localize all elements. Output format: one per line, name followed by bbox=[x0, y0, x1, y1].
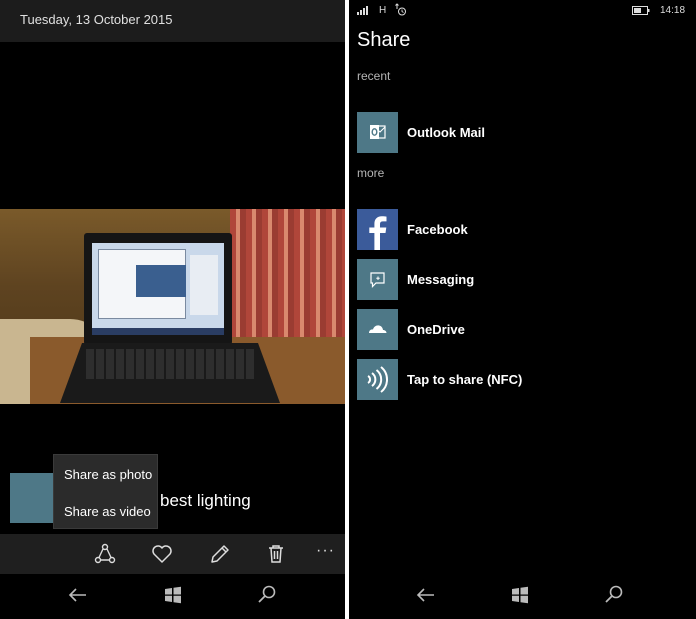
search-icon[interactable] bbox=[603, 584, 625, 606]
photo-curtain bbox=[230, 209, 345, 339]
share-icon[interactable] bbox=[93, 542, 117, 566]
search-icon[interactable] bbox=[256, 584, 278, 606]
status-bar: H 14:18 bbox=[349, 0, 696, 22]
edit-pencil-icon[interactable] bbox=[208, 542, 232, 566]
back-arrow-icon[interactable] bbox=[67, 584, 89, 606]
photo-app-bar: ··· bbox=[0, 534, 345, 574]
back-arrow-icon[interactable] bbox=[415, 584, 437, 606]
more-options-icon[interactable]: ··· bbox=[316, 542, 335, 560]
laptop-screen bbox=[92, 243, 224, 335]
screen-sidebar bbox=[190, 255, 218, 315]
share-pane: H 14:18 Share recent Outlook Mail more F… bbox=[349, 0, 696, 619]
battery-icon bbox=[632, 6, 650, 15]
photo-viewer[interactable] bbox=[0, 209, 345, 404]
onedrive-icon bbox=[357, 309, 398, 350]
share-item-label: Tap to share (NFC) bbox=[407, 372, 523, 387]
photos-app-pane: Tuesday, 13 October 2015 best lighting S… bbox=[0, 0, 345, 619]
share-item-outlook-mail[interactable]: Outlook Mail bbox=[357, 112, 687, 154]
photo-date: Tuesday, 13 October 2015 bbox=[20, 12, 173, 27]
photo-caption: best lighting bbox=[160, 491, 251, 510]
heart-icon[interactable] bbox=[150, 542, 174, 566]
date-header: Tuesday, 13 October 2015 bbox=[0, 0, 345, 42]
network-type: H bbox=[379, 5, 387, 16]
right-nav-bar bbox=[349, 574, 696, 614]
share-item-label: OneDrive bbox=[407, 322, 465, 337]
section-recent-label: recent bbox=[357, 69, 391, 83]
share-item-label: Messaging bbox=[407, 272, 475, 287]
messaging-icon bbox=[357, 259, 398, 300]
left-nav-bar bbox=[0, 574, 345, 614]
outlook-icon bbox=[357, 112, 398, 153]
delete-trash-icon[interactable] bbox=[264, 542, 288, 566]
section-more-label: more bbox=[357, 166, 385, 180]
windows-start-icon[interactable] bbox=[509, 584, 531, 606]
share-item-facebook[interactable]: Facebook bbox=[357, 209, 687, 251]
laptop-keyboard bbox=[86, 349, 256, 379]
share-item-messaging[interactable]: Messaging bbox=[357, 259, 687, 301]
clock-time: 14:18 bbox=[660, 5, 686, 16]
facebook-icon bbox=[357, 209, 398, 250]
data-sync-icon bbox=[395, 3, 407, 16]
windows-start-icon[interactable] bbox=[162, 584, 184, 606]
share-context-menu: Share as photo Share as video bbox=[53, 454, 158, 529]
screen-taskbar bbox=[92, 328, 224, 335]
share-item-onedrive[interactable]: OneDrive bbox=[357, 309, 687, 351]
share-item-label: Facebook bbox=[407, 222, 468, 237]
screen-image bbox=[136, 265, 186, 297]
share-item-label: Outlook Mail bbox=[407, 125, 485, 140]
share-item-nfc[interactable]: Tap to share (NFC) bbox=[357, 359, 687, 401]
page-title: Share bbox=[357, 29, 411, 51]
share-as-video-item[interactable]: Share as video bbox=[64, 504, 151, 519]
signal-strength-icon bbox=[357, 5, 371, 15]
share-as-photo-item[interactable]: Share as photo bbox=[64, 467, 152, 482]
nfc-icon bbox=[357, 359, 398, 400]
